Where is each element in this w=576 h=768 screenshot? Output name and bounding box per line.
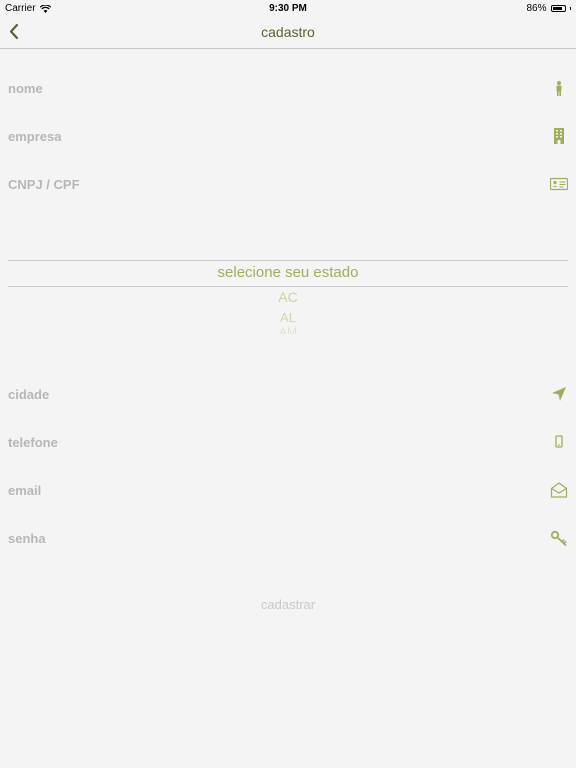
nav-bar: cadastro	[0, 16, 576, 49]
senha-label: senha	[8, 531, 46, 546]
nome-field[interactable]: nome	[0, 65, 576, 113]
empresa-label: empresa	[8, 129, 62, 144]
telefone-label: telefone	[8, 435, 58, 450]
person-icon	[556, 81, 562, 96]
status-bar: Carrier 9:30 PM 86%	[0, 0, 576, 16]
email-field[interactable]: email	[0, 467, 576, 515]
submit-button[interactable]: cadastrar	[0, 597, 576, 612]
page-title: cadastro	[261, 24, 315, 40]
status-time: 9:30 PM	[269, 3, 307, 14]
email-label: email	[8, 483, 42, 498]
building-icon	[554, 128, 564, 144]
battery-icon	[550, 5, 566, 12]
phone-icon	[555, 435, 563, 448]
cnpj-field[interactable]: CNPJ / CPF	[0, 161, 576, 209]
battery-percent: 86%	[526, 3, 547, 14]
state-picker[interactable]: selecione seu estado AC AL AM	[0, 230, 576, 350]
id-card-icon	[550, 177, 568, 191]
picker-bottom-line	[8, 286, 568, 287]
picker-option[interactable]: AM	[0, 326, 576, 334]
picker-option[interactable]: AC	[0, 289, 576, 305]
picker-top-line	[8, 260, 568, 261]
battery-fill	[552, 7, 562, 10]
status-right: 86%	[526, 3, 571, 14]
telefone-field[interactable]: telefone	[0, 419, 576, 467]
battery-tip	[569, 7, 571, 10]
cidade-label: cidade	[8, 387, 50, 402]
cnpj-label: CNPJ / CPF	[8, 177, 80, 192]
location-arrow-icon	[552, 387, 566, 401]
key-icon	[550, 530, 567, 546]
picker-selected: selecione seu estado	[217, 264, 359, 281]
picker-option[interactable]: AL	[0, 310, 576, 325]
envelope-open-icon	[550, 482, 568, 498]
empresa-field[interactable]: empresa	[0, 113, 576, 161]
cidade-field[interactable]: cidade	[0, 371, 576, 419]
senha-field[interactable]: senha	[0, 515, 576, 563]
nome-label: nome	[8, 81, 43, 96]
